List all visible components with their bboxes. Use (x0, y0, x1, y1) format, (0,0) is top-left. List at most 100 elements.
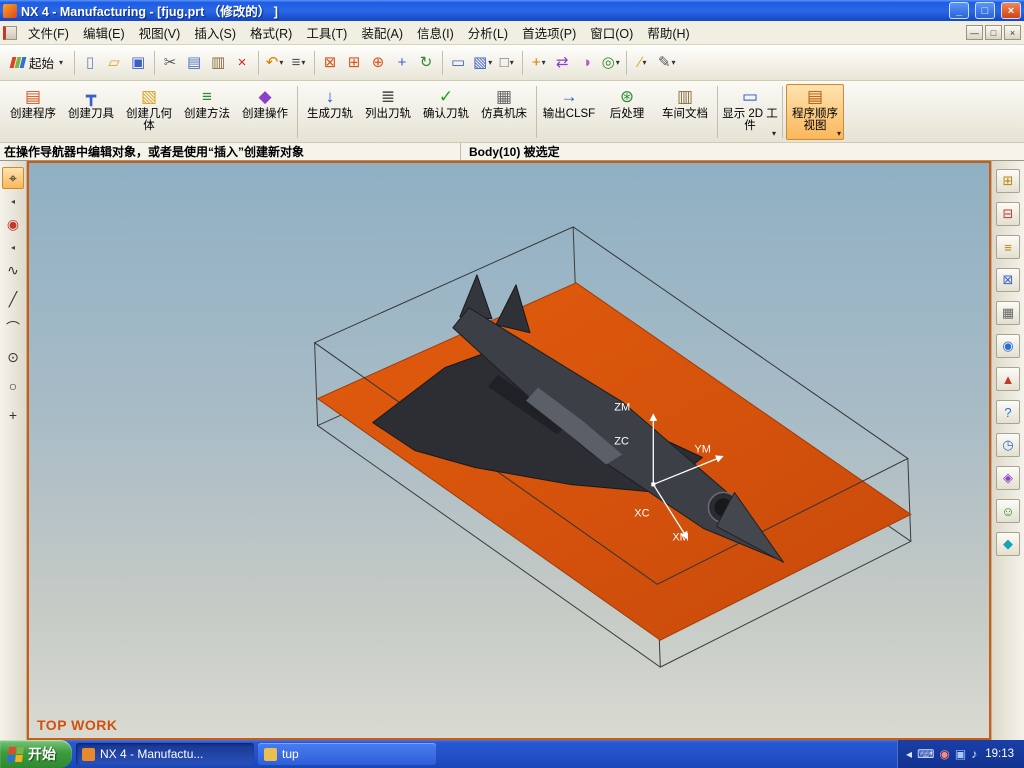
wcs-label-zc: ZC (614, 436, 629, 448)
antivirus-icon[interactable]: ◉ (939, 748, 949, 760)
shop-documents-button[interactable]: ▥ 车间文档 (656, 84, 714, 140)
reuse-library-icon[interactable]: ▲ (996, 367, 1020, 391)
input-language-icon[interactable]: ▣ (955, 748, 966, 760)
menu-item[interactable]: 分析(L) (461, 20, 515, 45)
measure-distance-icon[interactable]: ∕ ▾ (631, 49, 654, 77)
taskbar-item-nx[interactable]: NX 4 - Manufactu... (76, 743, 254, 765)
close-button[interactable]: × (1001, 2, 1021, 19)
operation-navigator-icon[interactable]: ⊠ (996, 268, 1020, 292)
copy-icon[interactable]: ▤ (183, 49, 206, 77)
show-2d-workpiece-button[interactable]: ▭ 显示 2D 工件 ▾ (721, 84, 779, 140)
machine-navigator-icon[interactable]: ▦ (996, 301, 1020, 325)
annotation-pencil-icon[interactable]: ✎ ▾ (655, 49, 678, 77)
icon-glyph: ⌒ (6, 320, 20, 336)
system-scene-icon[interactable]: ◆ (996, 532, 1020, 556)
wcs-dynamics-icon[interactable]: + ▾ (527, 49, 550, 77)
menu-item[interactable]: 首选项(P) (515, 20, 583, 45)
open-folder-icon[interactable]: ▱ (103, 49, 126, 77)
3d-viewport-canvas[interactable]: ZM ZC YM XC XM (29, 163, 989, 738)
icon-glyph: ? (1004, 404, 1012, 420)
minimize-button[interactable]: _ (949, 2, 969, 19)
edit-object-display-icon[interactable]: ◑ (575, 49, 598, 77)
snap-point-icon[interactable]: ⌖ (2, 167, 24, 189)
taskbar-item-tup[interactable]: tup (258, 743, 436, 765)
nx-app-icon (3, 3, 17, 18)
save-icon[interactable]: ▣ (127, 49, 150, 77)
fit-view-icon[interactable]: ⊠ (319, 49, 342, 77)
restore-button[interactable]: □ (975, 2, 995, 19)
menu-item[interactable]: 工具(T) (299, 20, 354, 45)
chevron-down-icon: ▾ (615, 58, 620, 67)
create-program-button[interactable]: ▤ 创建程序 (4, 84, 62, 140)
menu-item[interactable]: 格式(R) (243, 20, 299, 45)
keyboard-icon[interactable]: ⌨ (917, 748, 934, 760)
create-operation-button[interactable]: ◆ 创建操作 (236, 84, 294, 140)
zoom-window-icon[interactable]: ⊞ (343, 49, 366, 77)
transform-icon[interactable]: ⇄ (551, 49, 574, 77)
menu-item[interactable]: 装配(A) (354, 20, 410, 45)
menu-item[interactable]: 视图(V) (132, 20, 188, 45)
shaded-view-icon[interactable]: ▧ ▾ (471, 49, 494, 77)
render-style-icon[interactable]: □ ▾ (495, 49, 518, 77)
simulate-machine-button[interactable]: ▦ 仿真机床 (475, 84, 533, 140)
button-label: 列出刀轨 (365, 107, 411, 120)
wcs-label-xm: XM (672, 531, 689, 543)
spline-icon[interactable]: ∿ (2, 259, 24, 281)
part-navigator-icon[interactable]: ≡ (996, 235, 1020, 259)
standard-toolbar-icons: ▯ ▱ ▣ ✂ ▤ ▥ × ↶ ▾ ≡ ▾ ⊠ ⊞ ⊕ + ↻ ▭ ▧ ▾ □ … (79, 49, 678, 77)
program-order-view-button[interactable]: ▤ 程序顺序视图 ▾ (786, 83, 844, 140)
point-icon[interactable]: + (2, 404, 24, 426)
menu-item[interactable]: 文件(F) (21, 20, 76, 45)
web-browser-icon[interactable]: ◉ (996, 334, 1020, 358)
mdi-close-button[interactable]: × (1004, 25, 1021, 40)
volume-icon[interactable]: ♪ (971, 748, 977, 760)
assembly-navigator-icon[interactable]: ⊞ (996, 169, 1020, 193)
start-button[interactable]: 开始 (0, 740, 72, 768)
circle-center-icon[interactable]: ⊙ (2, 346, 24, 368)
line-icon[interactable]: ╱ (2, 288, 24, 310)
generate-toolpath-button[interactable]: ↓ 生成刀轨 (301, 84, 359, 140)
button-label: 创建方法 (184, 107, 230, 120)
list-toolpath-button[interactable]: ≣ 列出刀轨 (359, 84, 417, 140)
show-hide-icon[interactable]: ◎ ▾ (599, 49, 622, 77)
snapshot-icon[interactable]: ▭ (447, 49, 470, 77)
chevron-down-icon: ▾ (509, 58, 514, 67)
menu-item[interactable]: 插入(S) (187, 20, 243, 45)
feature-tool-icon[interactable]: ◉ (2, 213, 24, 235)
paste-icon[interactable]: ▥ (207, 49, 230, 77)
delete-icon[interactable]: × (231, 49, 254, 77)
menu-item[interactable]: 编辑(E) (76, 20, 132, 45)
repeat-command-icon[interactable]: ≡ ▾ (287, 49, 310, 77)
icon-glyph: ✂ (163, 54, 177, 71)
menu-item[interactable]: 窗口(O) (583, 20, 640, 45)
history-icon[interactable]: ◷ (996, 433, 1020, 457)
new-file-icon[interactable]: ▯ (79, 49, 102, 77)
roles-icon[interactable]: ☺ (996, 499, 1020, 523)
menu-item[interactable]: 信息(I) (410, 20, 461, 45)
arc-icon[interactable]: ⌒ (2, 317, 24, 339)
tray-collapse-icon[interactable]: ◂ (906, 748, 912, 760)
create-geometry-button[interactable]: ▧ 创建几何体 (120, 84, 178, 140)
constraint-navigator-icon[interactable]: ⊟ (996, 202, 1020, 226)
process-studio-icon[interactable]: ◈ (996, 466, 1020, 490)
menu-item[interactable]: 帮助(H) (640, 20, 696, 45)
zoom-icon[interactable]: ⊕ (367, 49, 390, 77)
postprocess-button[interactable]: ⊛ 后处理 (598, 84, 656, 140)
icon-glyph: ↓ (325, 86, 335, 106)
undo-icon[interactable]: ↶ ▾ (263, 49, 286, 77)
start-menu-button[interactable]: 起始 ▾ (4, 49, 70, 77)
verify-toolpath-button[interactable]: ✓ 确认刀轨 (417, 84, 475, 140)
create-method-button[interactable]: ≡ 创建方法 (178, 84, 236, 140)
cut-icon[interactable]: ✂ (159, 49, 182, 77)
graphics-window[interactable]: ZM ZC YM XC XM TOP WORK (27, 161, 991, 740)
mdi-restore-button[interactable]: □ (985, 25, 1002, 40)
pan-icon[interactable]: + (391, 49, 414, 77)
output-clsf-button[interactable]: → 输出CLSF (540, 84, 598, 140)
rotate-view-icon[interactable]: ↻ (415, 49, 438, 77)
help-icon[interactable]: ? (996, 400, 1020, 424)
expand-chevron-icon[interactable]: ◂ (2, 242, 24, 252)
circle-icon[interactable]: ○ (2, 375, 24, 397)
mdi-minimize-button[interactable]: — (966, 25, 983, 40)
create-tool-button[interactable]: ┳ 创建刀具 (62, 84, 120, 140)
expand-chevron-icon[interactable]: ◂ (2, 196, 24, 206)
